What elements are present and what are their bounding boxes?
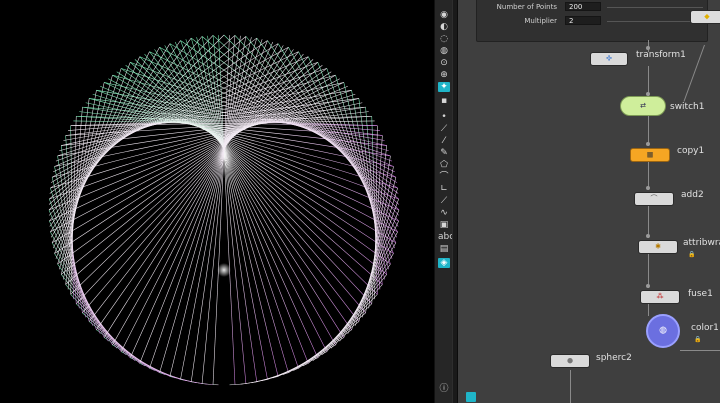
point-icon[interactable]: • xyxy=(438,112,450,122)
switch-node[interactable]: ⇄ xyxy=(620,96,666,116)
fuse-node[interactable]: ⁂ xyxy=(640,290,680,304)
wrangle-icon: ✱ xyxy=(655,242,661,251)
string-line xyxy=(130,62,383,285)
node-icon: ◆ xyxy=(704,12,710,21)
info-icon[interactable]: ⓘ xyxy=(438,384,450,394)
string-line xyxy=(63,90,97,280)
pin-icon[interactable]: ⊙ xyxy=(438,58,450,68)
wire xyxy=(680,350,720,351)
transform-icon: ✣ xyxy=(606,54,612,63)
string-line xyxy=(121,68,391,157)
camera-icon[interactable]: ◍ xyxy=(438,46,450,56)
switch-icon: ⇄ xyxy=(640,101,646,110)
sculpt-icon[interactable]: ⌒ xyxy=(438,172,450,182)
number-of-points-slider[interactable] xyxy=(607,7,703,8)
fuse-node-label: fuse1 xyxy=(688,289,713,299)
select-icon[interactable]: ◉ xyxy=(438,10,450,20)
sphere-node-label: spherc2 xyxy=(596,353,632,363)
sphere-icon: ● xyxy=(566,356,574,365)
cardioid-string-art xyxy=(48,34,400,386)
color-icon: ◍ xyxy=(659,325,667,336)
string-line xyxy=(57,68,327,157)
curve-icon[interactable]: ∿ xyxy=(438,208,450,218)
grid-icon[interactable]: ▪ xyxy=(438,96,450,106)
add-node-label: add2 xyxy=(681,190,704,200)
center-glow xyxy=(217,263,231,277)
edge-icon[interactable]: ⟋ xyxy=(438,124,450,134)
wire xyxy=(648,304,649,316)
fuse-icon: ⁂ xyxy=(656,292,664,301)
tool-shelf: ◉ ◐ ◌ ◍ ⊙ ⊕ ✦ ▪ • ⟋ ⁄ ✎ ⬠ ⌒ ∟ ⟋ ∿ ▣ abc … xyxy=(434,0,454,403)
add-icon: ⌒ xyxy=(650,194,658,203)
network-toggle-icon[interactable] xyxy=(466,392,476,402)
string-line xyxy=(159,47,345,338)
color-node[interactable]: ◍ xyxy=(646,314,680,348)
bucket-icon[interactable]: ⬠ xyxy=(438,160,450,170)
string-line xyxy=(120,68,391,265)
string-line xyxy=(234,383,246,385)
add-node[interactable]: ⌒ xyxy=(634,192,674,206)
lock-icon[interactable]: ⊕ xyxy=(438,70,450,80)
knife-icon[interactable]: ⟋ xyxy=(438,196,450,206)
number-of-points-label: Number of Points xyxy=(496,3,557,11)
lock-icon: 🔒 xyxy=(694,336,702,343)
wire xyxy=(648,254,649,288)
number-of-points-field[interactable]: 200 xyxy=(565,2,601,11)
attribwrangle-node[interactable]: ✱ xyxy=(638,240,678,254)
brush-icon[interactable]: ⁄ xyxy=(438,136,450,146)
string-line xyxy=(50,40,181,233)
network-editor[interactable]: Number of Points 200 Multiplier 2 ◆ ✣ tr… xyxy=(458,0,720,403)
sphere-node[interactable]: ● xyxy=(550,354,590,368)
copy-icon: ▦ xyxy=(646,150,654,159)
string-line xyxy=(308,56,394,254)
view-icon[interactable]: ◐ xyxy=(438,22,450,32)
multiplier-label: Multiplier xyxy=(524,17,557,25)
copy-node[interactable]: ▦ xyxy=(630,148,670,162)
color-node-label: color1 xyxy=(691,323,719,333)
string-line xyxy=(49,220,105,338)
wire xyxy=(570,370,571,403)
multiplier-field[interactable]: 2 xyxy=(565,16,601,25)
lock-icon: 🔒 xyxy=(688,251,696,258)
attribwrangle-node-label: attribwra xyxy=(683,238,720,248)
copy-node-label: copy1 xyxy=(677,146,705,156)
string-line xyxy=(103,47,289,338)
box-icon[interactable]: ▣ xyxy=(438,220,450,230)
input-connector[interactable] xyxy=(646,284,650,288)
switch-node-label: switch1 xyxy=(670,102,705,112)
string-line xyxy=(54,56,140,254)
string-line xyxy=(49,36,203,222)
input-connector[interactable] xyxy=(646,234,650,238)
input-connector[interactable] xyxy=(646,186,650,190)
snap-icon[interactable]: ✦ xyxy=(438,82,450,92)
display-icon[interactable]: ▤ xyxy=(438,244,450,254)
transform-node-label: transform1 xyxy=(636,50,686,60)
input-connector[interactable] xyxy=(646,142,650,146)
string-line xyxy=(245,36,399,222)
multiplier-slider[interactable] xyxy=(607,21,703,22)
wire xyxy=(683,44,705,102)
parameter-panel: Number of Points 200 Multiplier 2 xyxy=(476,0,708,42)
offscreen-node[interactable]: ◆ xyxy=(690,10,720,24)
transform-node[interactable]: ✣ xyxy=(590,52,628,66)
abc-text[interactable]: abc xyxy=(438,232,454,242)
string-line xyxy=(54,253,117,349)
visualize-icon[interactable]: ◈ xyxy=(438,258,450,268)
paint-icon[interactable]: ✎ xyxy=(438,148,450,158)
viewport[interactable] xyxy=(0,0,452,403)
ghost-icon[interactable]: ◌ xyxy=(438,34,450,44)
measure-icon[interactable]: ∟ xyxy=(438,184,450,194)
string-line xyxy=(65,62,318,285)
